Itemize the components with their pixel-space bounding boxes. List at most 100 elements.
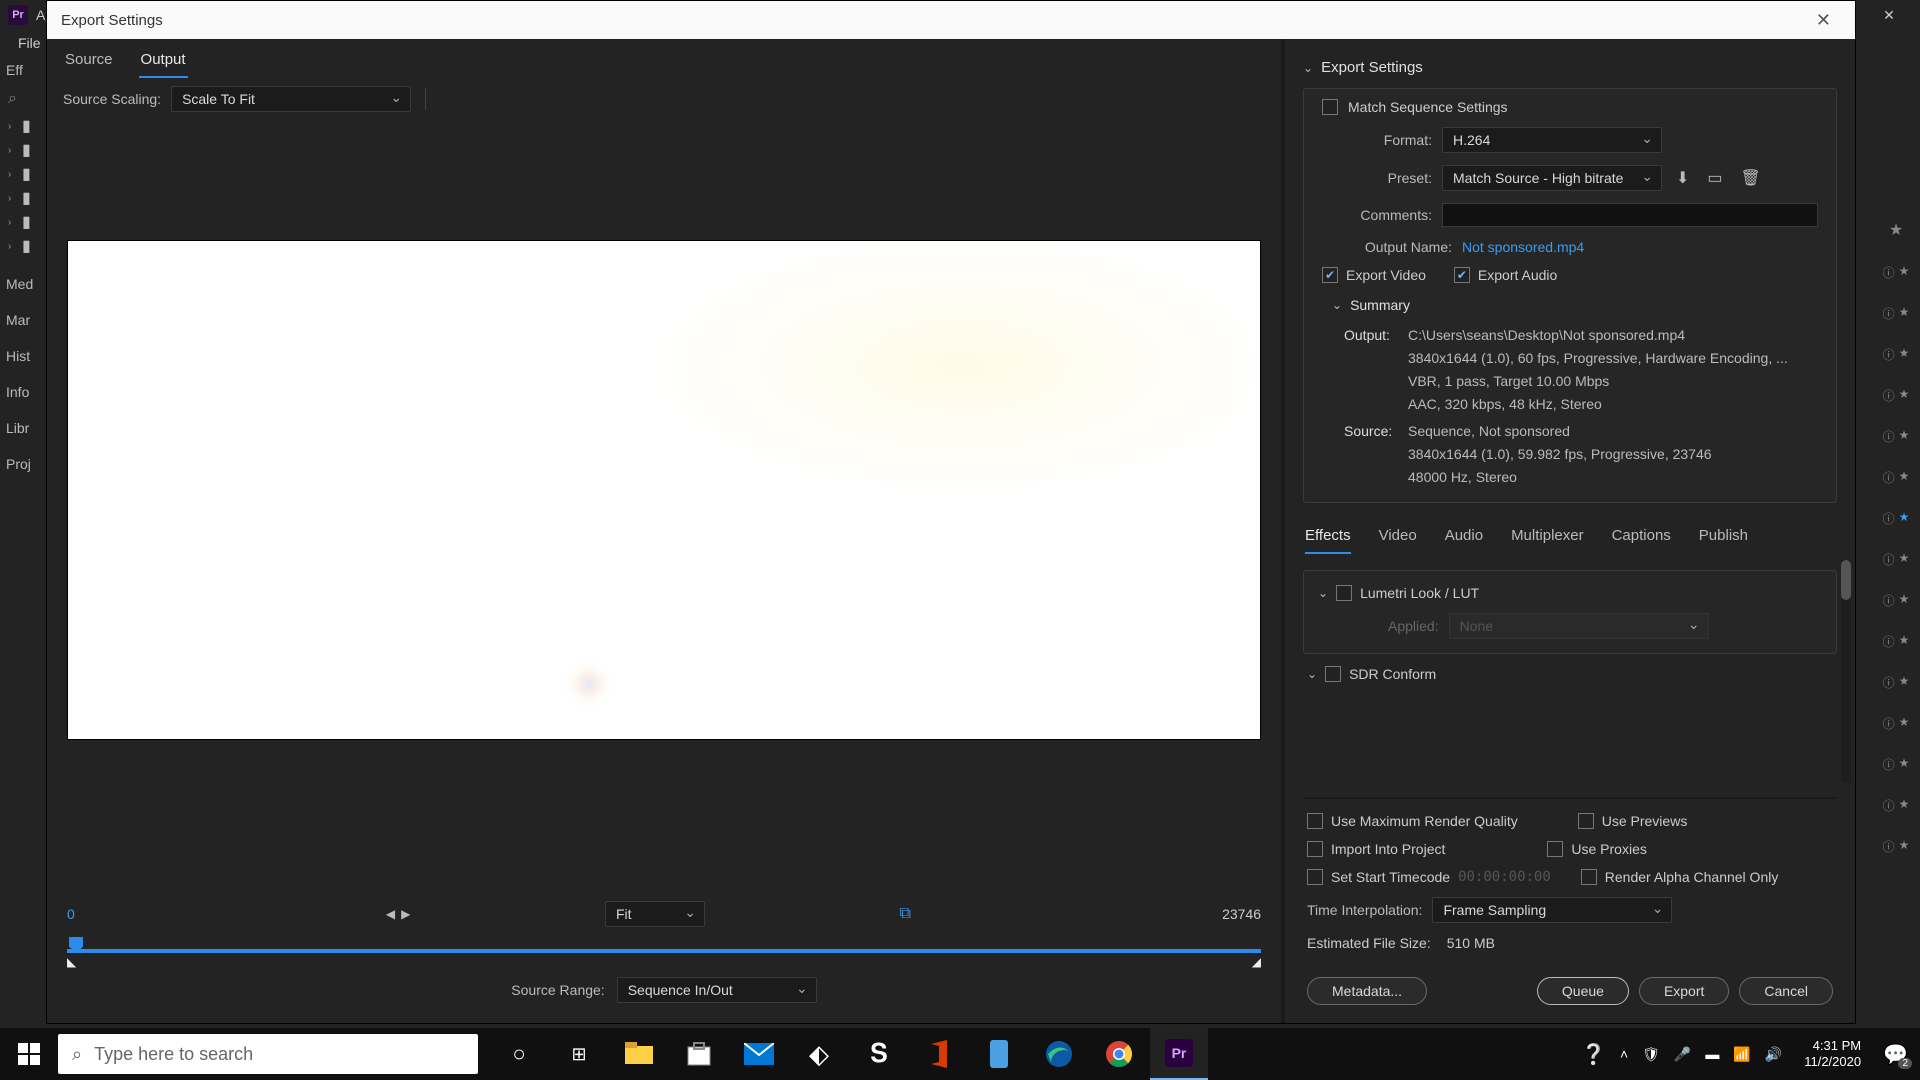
summary-header[interactable]: ⌄ Summary bbox=[1322, 295, 1818, 313]
info-star-pair[interactable]: ⓘ★ bbox=[1883, 797, 1910, 814]
security-tray-icon[interactable]: 🛡 bbox=[1642, 1046, 1660, 1063]
aspect-ratio-icon[interactable]: ⧉ bbox=[900, 905, 911, 923]
zoom-fit-dropdown[interactable]: Fit bbox=[605, 901, 705, 927]
bg-menu-file[interactable]: File bbox=[8, 35, 51, 51]
scrollbar-track[interactable] bbox=[1841, 560, 1851, 783]
microsoft-store-icon[interactable] bbox=[670, 1028, 728, 1080]
queue-button[interactable]: Queue bbox=[1537, 977, 1629, 1005]
bg-close-button[interactable]: ✕ bbox=[1866, 0, 1912, 30]
taskbar-search[interactable]: ⌕ Type here to search bbox=[58, 1034, 478, 1074]
bg-panel-label[interactable]: Libr bbox=[6, 420, 33, 436]
tab-video[interactable]: Video bbox=[1379, 523, 1417, 554]
bg-folder-row[interactable]: ›▮ bbox=[0, 162, 48, 186]
taskbar-clock[interactable]: 4:31 PM 11/2/2020 bbox=[1796, 1038, 1869, 1069]
prev-frame-icon[interactable]: ◀ bbox=[386, 907, 395, 921]
bg-folder-row[interactable]: ›▮ bbox=[0, 138, 48, 162]
tab-captions[interactable]: Captions bbox=[1612, 523, 1671, 554]
mail-icon[interactable] bbox=[730, 1028, 788, 1080]
info-star-pair[interactable]: ⓘ★ bbox=[1883, 551, 1910, 568]
mic-tray-icon[interactable]: 🎤 bbox=[1674, 1046, 1691, 1063]
bg-panel-label[interactable]: Proj bbox=[6, 456, 33, 472]
chevron-down-icon[interactable]: ⌄ bbox=[1318, 586, 1328, 600]
bg-search-icon[interactable]: ⌕ bbox=[0, 84, 48, 114]
export-video-checkbox[interactable] bbox=[1322, 267, 1338, 283]
info-star-pair[interactable]: ⓘ★ bbox=[1883, 469, 1910, 486]
info-star-pair[interactable]: ⓘ★ bbox=[1883, 674, 1910, 691]
info-star-pair[interactable]: ⓘ★ bbox=[1883, 387, 1910, 404]
timeline-scrubber[interactable]: ◣ ◢ bbox=[67, 937, 1261, 965]
use-proxies-checkbox[interactable] bbox=[1547, 841, 1563, 857]
info-star-pair[interactable]: ⓘ★ bbox=[1883, 510, 1910, 527]
render-alpha-checkbox[interactable] bbox=[1581, 869, 1597, 885]
delete-preset-icon[interactable]: 🗑 bbox=[1737, 168, 1765, 188]
cortana-icon[interactable]: ○ bbox=[490, 1028, 548, 1080]
file-explorer-icon[interactable] bbox=[610, 1028, 668, 1080]
comments-input[interactable] bbox=[1442, 203, 1818, 227]
tray-chevron-icon[interactable]: ˄ bbox=[1620, 1046, 1628, 1062]
max-render-quality-checkbox[interactable] bbox=[1307, 813, 1323, 829]
out-point-icon[interactable]: ◢ bbox=[1252, 955, 1261, 969]
save-preset-icon[interactable]: ⬇ bbox=[1672, 168, 1693, 188]
sdr-checkbox[interactable] bbox=[1325, 666, 1341, 682]
dropbox-icon[interactable]: ⬖ bbox=[790, 1028, 848, 1080]
bg-panel-label[interactable]: Mar bbox=[6, 312, 33, 328]
metadata-button[interactable]: Metadata... bbox=[1307, 977, 1427, 1005]
app-icon[interactable]: 𝐒 bbox=[850, 1028, 908, 1080]
task-view-icon[interactable]: ⊞ bbox=[550, 1028, 608, 1080]
bg-folder-row[interactable]: ›▮ bbox=[0, 186, 48, 210]
use-previews-checkbox[interactable] bbox=[1578, 813, 1594, 829]
info-star-pair[interactable]: ⓘ★ bbox=[1883, 264, 1910, 281]
format-dropdown[interactable]: H.264 bbox=[1442, 127, 1662, 153]
preset-dropdown[interactable]: Match Source - High bitrate bbox=[1442, 165, 1662, 191]
export-audio-checkbox[interactable] bbox=[1454, 267, 1470, 283]
tab-multiplexer[interactable]: Multiplexer bbox=[1511, 523, 1584, 554]
bg-panel-label[interactable]: Hist bbox=[6, 348, 33, 364]
dialog-close-button[interactable]: ✕ bbox=[1806, 6, 1841, 35]
help-tray-icon[interactable]: ❔ bbox=[1581, 1042, 1606, 1067]
tab-output[interactable]: Output bbox=[139, 45, 188, 78]
wifi-tray-icon[interactable]: 📶 bbox=[1733, 1046, 1750, 1063]
notification-icon[interactable]: 💬 2 bbox=[1883, 1042, 1908, 1067]
info-star-pair[interactable]: ⓘ★ bbox=[1883, 633, 1910, 650]
chevron-down-icon[interactable]: ⌄ bbox=[1307, 667, 1317, 681]
lumetri-checkbox[interactable] bbox=[1336, 585, 1352, 601]
cancel-button[interactable]: Cancel bbox=[1739, 977, 1833, 1005]
info-star-pair[interactable]: ⓘ★ bbox=[1883, 346, 1910, 363]
bg-folder-row[interactable]: ›▮ bbox=[0, 234, 48, 258]
start-timecode-checkbox[interactable] bbox=[1307, 869, 1323, 885]
tab-publish[interactable]: Publish bbox=[1699, 523, 1748, 554]
premiere-taskbar-icon[interactable]: Pr bbox=[1150, 1028, 1208, 1080]
bg-folder-row[interactable]: ›▮ bbox=[0, 114, 48, 138]
battery-tray-icon[interactable]: ▬ bbox=[1705, 1046, 1719, 1062]
star-icon[interactable]: ★ bbox=[1889, 220, 1903, 240]
info-star-pair[interactable]: ⓘ★ bbox=[1883, 592, 1910, 609]
start-button[interactable] bbox=[0, 1028, 58, 1080]
info-star-pair[interactable]: ⓘ★ bbox=[1883, 838, 1910, 855]
info-star-pair[interactable]: ⓘ★ bbox=[1883, 756, 1910, 773]
bg-panel-label[interactable]: Med bbox=[6, 276, 33, 292]
import-project-checkbox[interactable] bbox=[1307, 841, 1323, 857]
info-star-pair[interactable]: ⓘ★ bbox=[1883, 428, 1910, 445]
import-preset-icon[interactable]: ▭ bbox=[1703, 168, 1726, 188]
export-settings-header[interactable]: ⌄ Export Settings bbox=[1303, 51, 1837, 82]
tab-audio[interactable]: Audio bbox=[1445, 523, 1483, 554]
in-point-icon[interactable]: ◣ bbox=[67, 955, 76, 969]
volume-tray-icon[interactable]: 🔊 bbox=[1765, 1046, 1782, 1063]
source-range-dropdown[interactable]: Sequence In/Out bbox=[617, 977, 817, 1003]
info-star-pair[interactable]: ⓘ★ bbox=[1883, 715, 1910, 732]
edge-icon[interactable] bbox=[1030, 1028, 1088, 1080]
bg-panel-label[interactable]: Info bbox=[6, 384, 33, 400]
scrollbar-thumb[interactable] bbox=[1841, 560, 1851, 600]
source-scaling-dropdown[interactable]: Scale To Fit bbox=[171, 86, 411, 112]
chrome-icon[interactable] bbox=[1090, 1028, 1148, 1080]
tab-effects[interactable]: Effects bbox=[1305, 523, 1351, 554]
phone-icon[interactable] bbox=[970, 1028, 1028, 1080]
info-star-pair[interactable]: ⓘ★ bbox=[1883, 305, 1910, 322]
export-button[interactable]: Export bbox=[1639, 977, 1729, 1005]
tab-source[interactable]: Source bbox=[63, 45, 115, 78]
office-icon[interactable] bbox=[910, 1028, 968, 1080]
time-interp-dropdown[interactable]: Frame Sampling bbox=[1432, 897, 1672, 923]
match-sequence-checkbox[interactable] bbox=[1322, 99, 1338, 115]
next-frame-icon[interactable]: ▶ bbox=[401, 907, 410, 921]
bg-folder-row[interactable]: ›▮ bbox=[0, 210, 48, 234]
